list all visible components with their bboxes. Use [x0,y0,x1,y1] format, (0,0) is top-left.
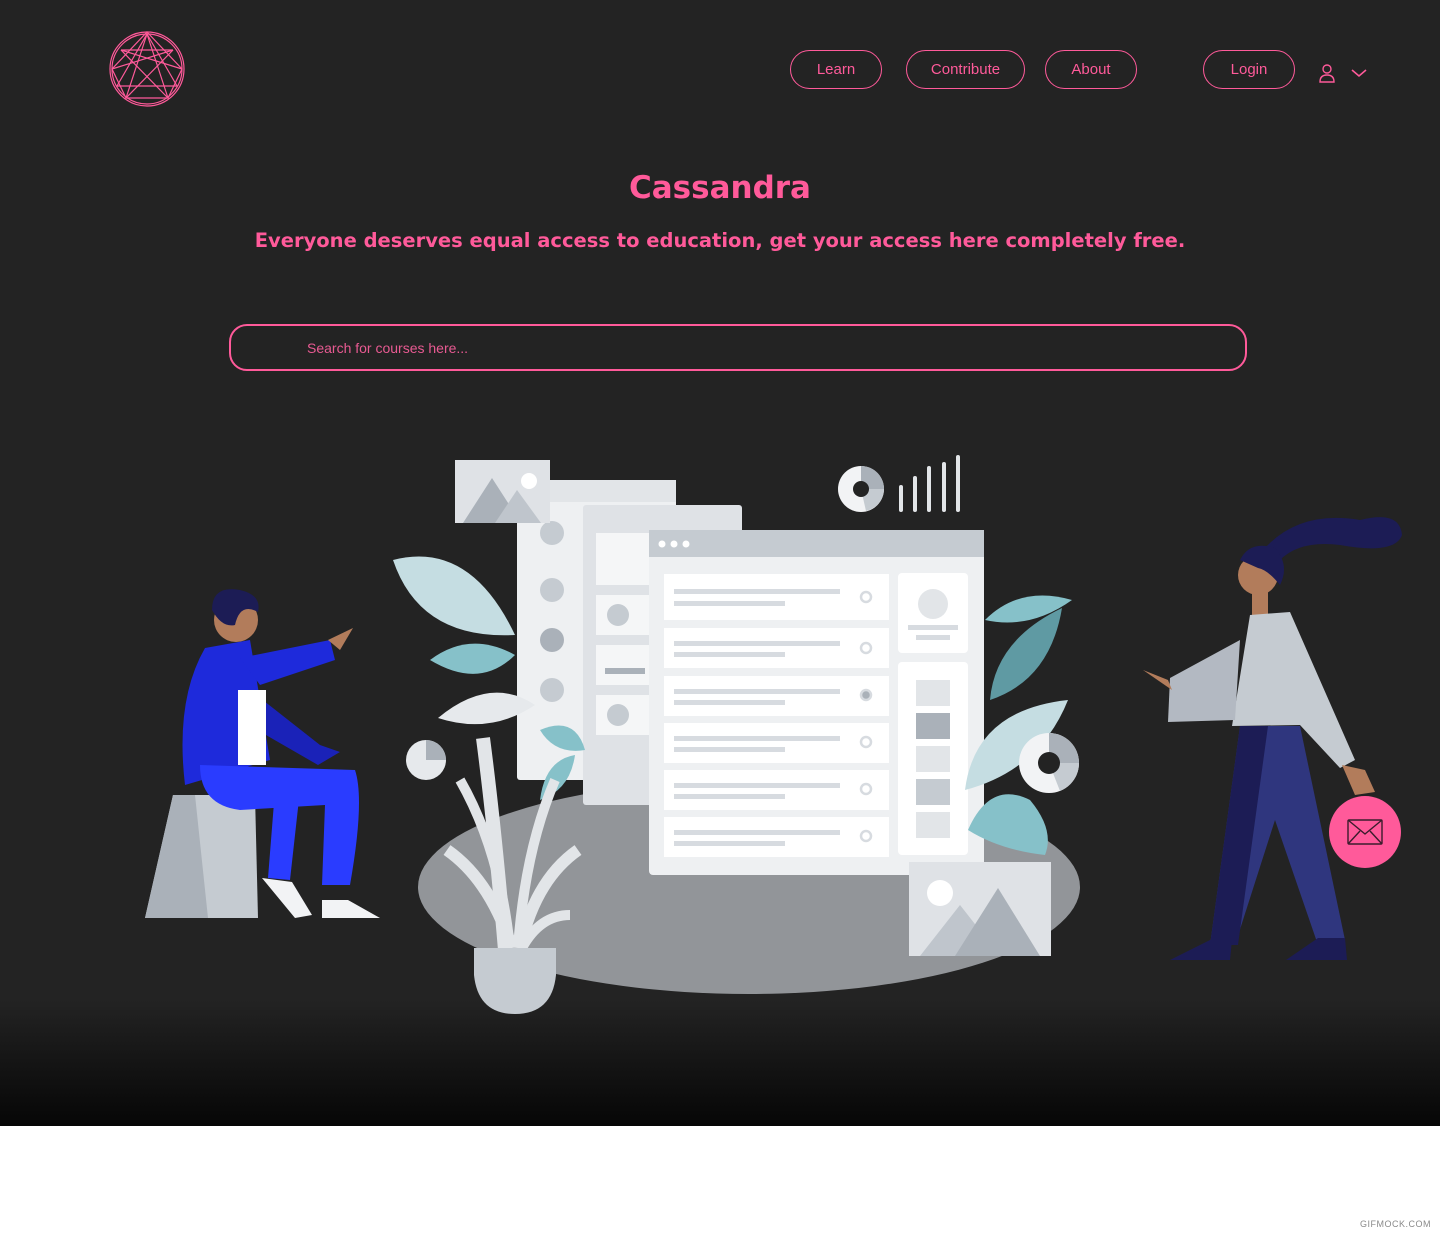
search-bar[interactable] [229,324,1247,371]
search-input[interactable] [231,326,1245,369]
nav-learn-button[interactable]: Learn [790,50,882,89]
page-title: Cassandra [629,170,811,206]
login-button[interactable]: Login [1203,50,1295,89]
page-subtitle: Everyone deserves equal access to educat… [254,229,1186,252]
enneagram-logo-icon[interactable] [108,30,186,108]
hero-section: Learn Contribute About Login Cassandra E… [0,0,1440,1126]
chevron-down-icon[interactable] [1349,66,1369,80]
hero-illustration [145,455,1402,1014]
watermark-text: GIFMOCK.COM [1360,1219,1431,1229]
nav-about-button[interactable]: About [1045,50,1137,89]
contact-mail-button[interactable] [1329,796,1401,868]
nav-contribute-button[interactable]: Contribute [906,50,1025,89]
mail-icon [1347,819,1383,845]
user-icon[interactable] [1318,63,1336,83]
